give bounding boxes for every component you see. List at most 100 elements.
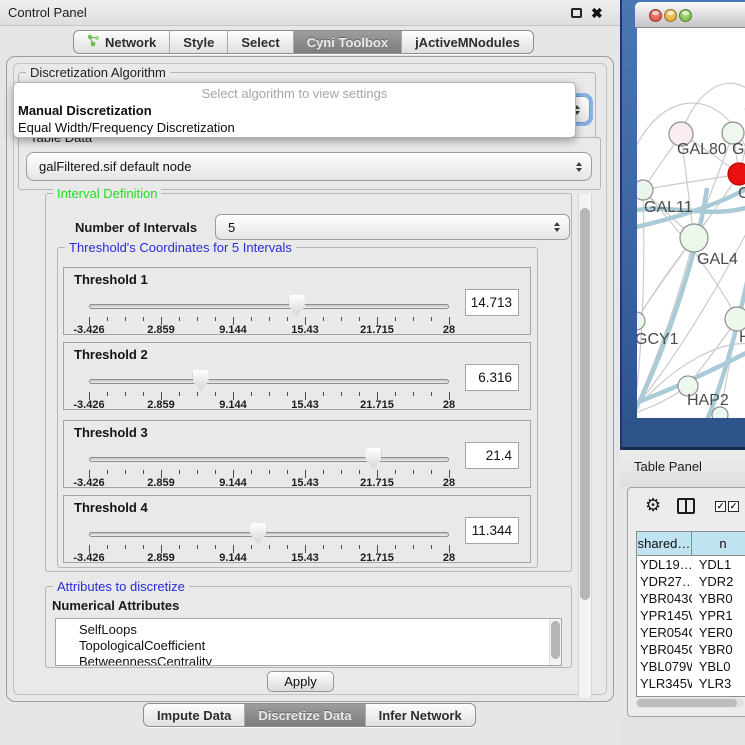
number-of-intervals-label: Number of Intervals	[75, 214, 197, 240]
tick-label: -3.426	[73, 477, 104, 489]
slider-tick	[323, 317, 324, 321]
checkbox-icon[interactable]: ✓	[728, 501, 739, 512]
slider-tick	[125, 545, 126, 549]
tab-label: Discretize Data	[258, 708, 351, 723]
slider-tick	[215, 317, 216, 321]
tick-label: 28	[443, 552, 455, 564]
columns-icon[interactable]	[677, 498, 695, 514]
slider-tick	[413, 545, 414, 549]
numerical-attributes-list[interactable]: SelfLoopsTopologicalCoefficientBetweenne…	[55, 618, 562, 666]
slider-tick	[125, 392, 126, 396]
float-window-icon[interactable]	[571, 8, 582, 18]
tab-infer-network[interactable]: Infer Network	[366, 704, 475, 726]
network-node[interactable]	[680, 224, 708, 252]
threshold-value-field[interactable]: 21.4	[465, 442, 519, 469]
slider-tick	[107, 317, 108, 321]
tab-label: Network	[105, 35, 156, 50]
tick-label: -3.426	[73, 399, 104, 411]
close-traffic-light-icon[interactable]	[649, 9, 662, 22]
network-node-label: GCY1	[637, 331, 679, 348]
slider-tick	[269, 545, 270, 549]
minimize-traffic-light-icon[interactable]	[664, 9, 677, 22]
network-node[interactable]	[637, 312, 645, 330]
network-node[interactable]	[725, 307, 745, 331]
slider-tick	[323, 470, 324, 474]
apply-button[interactable]: Apply	[267, 671, 334, 692]
table-row[interactable]: YBL079WYBL0	[637, 658, 745, 675]
network-graph[interactable]: GAL80GACGAL11GAL4GCY1HHAP2	[637, 28, 745, 418]
checkbox-icon[interactable]: ✓	[715, 501, 726, 512]
group-title-interval-definition: Interval Definition	[53, 186, 161, 201]
network-node[interactable]	[637, 180, 653, 200]
table-data-combo[interactable]: galFiltered.sif default node	[26, 152, 592, 181]
threshold-value-field[interactable]: 6.316	[465, 364, 519, 391]
main-scrollbar-thumb[interactable]	[580, 208, 590, 600]
threshold-value-field[interactable]: 11.344	[465, 517, 519, 544]
number-of-intervals-combo[interactable]: 5	[215, 214, 570, 240]
tick-label: 9.144	[219, 477, 247, 489]
tick-label: 15.43	[291, 477, 319, 489]
table-cell: YLR3	[692, 675, 745, 692]
tab-jactivemnodules[interactable]: jActiveMNodules	[402, 31, 533, 53]
popup-item-equal-width-frequency[interactable]: Equal Width/Frequency Discretization	[18, 120, 235, 135]
gear-icon[interactable]: ⚙	[645, 495, 661, 516]
tab-network[interactable]: Network	[74, 31, 170, 53]
network-window-titlebar[interactable]	[635, 2, 745, 28]
slider-tick-labels: -3.4262.8599.14415.4321.71528	[89, 477, 449, 489]
network-edge[interactable]	[637, 190, 644, 388]
slider-tick	[107, 392, 108, 396]
list-scrollbar-thumb[interactable]	[551, 621, 560, 659]
slider-tick	[395, 317, 396, 321]
slider-handle[interactable]	[289, 295, 305, 316]
table-row[interactable]: YER054CYER0	[637, 624, 745, 641]
slider-handle[interactable]	[365, 448, 381, 469]
table-cell: YBL079W	[637, 658, 692, 675]
table-column-header-n[interactable]: n	[692, 532, 745, 556]
table-row[interactable]: YBR043CYBR0	[637, 590, 745, 607]
network-node-label: H	[739, 329, 745, 346]
slider-tick	[431, 470, 432, 474]
table-cell: YER0	[692, 624, 745, 641]
slider-tick	[197, 545, 198, 549]
network-canvas[interactable]: GAL80GACGAL11GAL4GCY1HHAP2	[637, 28, 745, 418]
close-icon[interactable]: ✖	[591, 3, 603, 23]
popup-item-manual-discretization[interactable]: Manual Discretization	[18, 103, 152, 118]
slider-tick	[359, 545, 360, 549]
slider-track[interactable]	[89, 457, 449, 462]
table-row[interactable]: YDR27…YDR2	[637, 573, 745, 590]
tab-cyni-toolbox[interactable]: Cyni Toolbox	[294, 31, 402, 53]
network-node[interactable]	[728, 163, 745, 185]
slider-handle[interactable]	[250, 523, 266, 544]
slider-tick	[143, 392, 144, 396]
table-row[interactable]: YDL19…YDL1	[637, 556, 745, 573]
threshold-label: Threshold 3	[74, 425, 148, 440]
slider-track[interactable]	[89, 304, 449, 309]
node-table[interactable]: shared…nYDL19…YDL1YDR27…YDR2YBR043CYBR0Y…	[636, 531, 745, 697]
slider-handle[interactable]	[193, 370, 209, 391]
tab-discretize-data[interactable]: Discretize Data	[245, 704, 365, 726]
attribute-item-betweennesscentrality[interactable]: BetweennessCentrality	[56, 654, 561, 666]
table-hscrollbar-thumb[interactable]	[637, 699, 737, 707]
attribute-item-topologicalcoefficient[interactable]: TopologicalCoefficient	[56, 638, 561, 654]
table-column-header-shared[interactable]: shared…	[637, 532, 692, 556]
threshold-label: Threshold 1	[74, 272, 148, 287]
slider-track[interactable]	[89, 379, 449, 384]
tab-select[interactable]: Select	[228, 31, 293, 53]
table-hscrollbar-track[interactable]	[636, 698, 744, 708]
slider-tick	[143, 470, 144, 474]
slider-tick	[395, 545, 396, 549]
table-row[interactable]: YBR045CYBR0	[637, 641, 745, 658]
tab-label: Style	[183, 35, 214, 50]
tab-impute-data[interactable]: Impute Data	[144, 704, 245, 726]
table-row[interactable]: YPR145WYPR1	[637, 607, 745, 624]
zoom-traffic-light-icon[interactable]	[679, 9, 692, 22]
table-row[interactable]: YLR345WYLR3	[637, 675, 745, 692]
network-edge[interactable]	[643, 174, 739, 190]
threshold-value-field[interactable]: 14.713	[465, 289, 519, 316]
table-row[interactable]: YIL052CYIL0	[637, 692, 745, 697]
slider-tick	[215, 392, 216, 396]
slider-track[interactable]	[89, 532, 449, 537]
tab-style[interactable]: Style	[170, 31, 228, 53]
slider-tick	[125, 470, 126, 474]
attribute-item-selfloops[interactable]: SelfLoops	[56, 619, 561, 638]
